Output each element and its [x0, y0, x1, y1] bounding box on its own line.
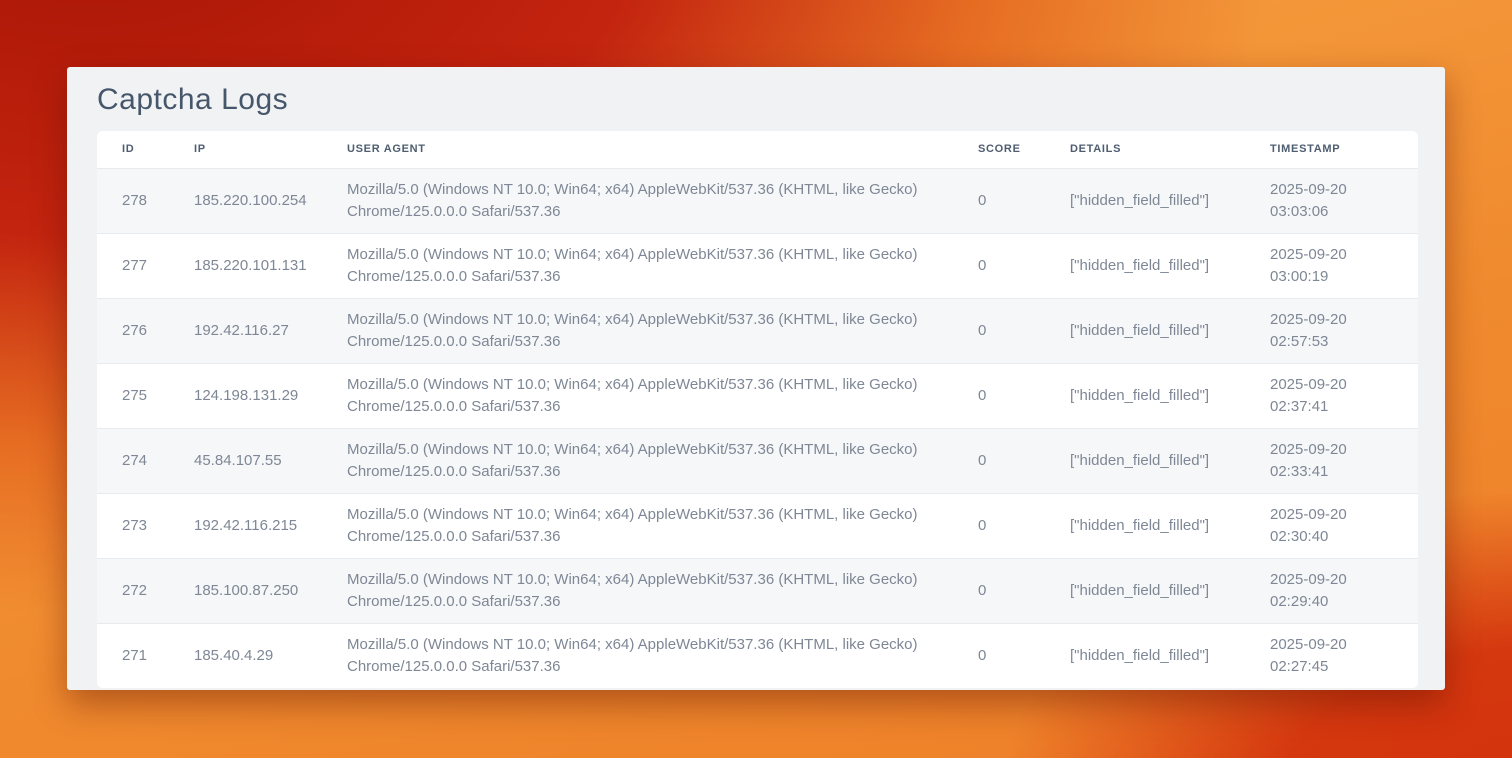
cell-ip: 124.198.131.29: [194, 363, 347, 428]
table-row: 271 185.40.4.29 Mozilla/5.0 (Windows NT …: [97, 623, 1418, 688]
column-header-ip: IP: [194, 131, 347, 168]
column-header-timestamp: TIMESTAMP: [1270, 131, 1418, 168]
cell-ip: 185.220.101.131: [194, 233, 347, 298]
cell-timestamp: 2025-09-20 02:37:41: [1270, 363, 1418, 428]
cell-score: 0: [978, 558, 1070, 623]
cell-timestamp: 2025-09-20 02:29:40: [1270, 558, 1418, 623]
table-row: 275 124.198.131.29 Mozilla/5.0 (Windows …: [97, 363, 1418, 428]
cell-details: ["hidden_field_filled"]: [1070, 298, 1270, 363]
logs-table-body: 278 185.220.100.254 Mozilla/5.0 (Windows…: [97, 168, 1418, 688]
table-row: 276 192.42.116.27 Mozilla/5.0 (Windows N…: [97, 298, 1418, 363]
cell-id: 271: [97, 623, 194, 688]
cell-user-agent: Mozilla/5.0 (Windows NT 10.0; Win64; x64…: [347, 558, 978, 623]
column-header-user-agent: USER AGENT: [347, 131, 978, 168]
cell-timestamp: 2025-09-20 02:57:53: [1270, 298, 1418, 363]
logs-table: ID IP USER AGENT SCORE DETAILS TIMESTAMP…: [97, 131, 1418, 688]
cell-score: 0: [978, 233, 1070, 298]
cell-user-agent: Mozilla/5.0 (Windows NT 10.0; Win64; x64…: [347, 298, 978, 363]
cell-id: 274: [97, 428, 194, 493]
column-header-score: SCORE: [978, 131, 1070, 168]
cell-details: ["hidden_field_filled"]: [1070, 558, 1270, 623]
cell-details: ["hidden_field_filled"]: [1070, 363, 1270, 428]
cell-user-agent: Mozilla/5.0 (Windows NT 10.0; Win64; x64…: [347, 233, 978, 298]
cell-score: 0: [978, 168, 1070, 233]
cell-timestamp: 2025-09-20 02:33:41: [1270, 428, 1418, 493]
cell-timestamp: 2025-09-20 02:30:40: [1270, 493, 1418, 558]
table-header-row: ID IP USER AGENT SCORE DETAILS TIMESTAMP: [97, 131, 1418, 168]
table-row: 274 45.84.107.55 Mozilla/5.0 (Windows NT…: [97, 428, 1418, 493]
cell-id: 276: [97, 298, 194, 363]
cell-score: 0: [978, 363, 1070, 428]
column-header-id: ID: [97, 131, 194, 168]
cell-id: 272: [97, 558, 194, 623]
cell-id: 275: [97, 363, 194, 428]
cell-ip: 192.42.116.215: [194, 493, 347, 558]
cell-details: ["hidden_field_filled"]: [1070, 233, 1270, 298]
table-row: 273 192.42.116.215 Mozilla/5.0 (Windows …: [97, 493, 1418, 558]
table-row: 277 185.220.101.131 Mozilla/5.0 (Windows…: [97, 233, 1418, 298]
logs-table-container[interactable]: ID IP USER AGENT SCORE DETAILS TIMESTAMP…: [97, 131, 1418, 688]
captcha-logs-card: Captcha Logs ID IP USER AGENT SCORE DETA…: [67, 67, 1445, 690]
cell-timestamp: 2025-09-20 02:27:45: [1270, 623, 1418, 688]
cell-details: ["hidden_field_filled"]: [1070, 623, 1270, 688]
table-row: 278 185.220.100.254 Mozilla/5.0 (Windows…: [97, 168, 1418, 233]
cell-timestamp: 2025-09-20 03:03:06: [1270, 168, 1418, 233]
cell-ip: 45.84.107.55: [194, 428, 347, 493]
cell-user-agent: Mozilla/5.0 (Windows NT 10.0; Win64; x64…: [347, 363, 978, 428]
table-row: 272 185.100.87.250 Mozilla/5.0 (Windows …: [97, 558, 1418, 623]
cell-ip: 185.220.100.254: [194, 168, 347, 233]
cell-id: 277: [97, 233, 194, 298]
cell-user-agent: Mozilla/5.0 (Windows NT 10.0; Win64; x64…: [347, 493, 978, 558]
cell-ip: 185.100.87.250: [194, 558, 347, 623]
column-header-details: DETAILS: [1070, 131, 1270, 168]
cell-score: 0: [978, 298, 1070, 363]
cell-ip: 185.40.4.29: [194, 623, 347, 688]
cell-user-agent: Mozilla/5.0 (Windows NT 10.0; Win64; x64…: [347, 428, 978, 493]
cell-details: ["hidden_field_filled"]: [1070, 428, 1270, 493]
cell-details: ["hidden_field_filled"]: [1070, 168, 1270, 233]
cell-score: 0: [978, 493, 1070, 558]
cell-ip: 192.42.116.27: [194, 298, 347, 363]
cell-id: 273: [97, 493, 194, 558]
cell-id: 278: [97, 168, 194, 233]
cell-timestamp: 2025-09-20 03:00:19: [1270, 233, 1418, 298]
cell-score: 0: [978, 428, 1070, 493]
page-title: Captcha Logs: [97, 82, 1445, 118]
table-header: ID IP USER AGENT SCORE DETAILS TIMESTAMP: [97, 131, 1418, 168]
cell-details: ["hidden_field_filled"]: [1070, 493, 1270, 558]
cell-user-agent: Mozilla/5.0 (Windows NT 10.0; Win64; x64…: [347, 623, 978, 688]
cell-score: 0: [978, 623, 1070, 688]
cell-user-agent: Mozilla/5.0 (Windows NT 10.0; Win64; x64…: [347, 168, 978, 233]
